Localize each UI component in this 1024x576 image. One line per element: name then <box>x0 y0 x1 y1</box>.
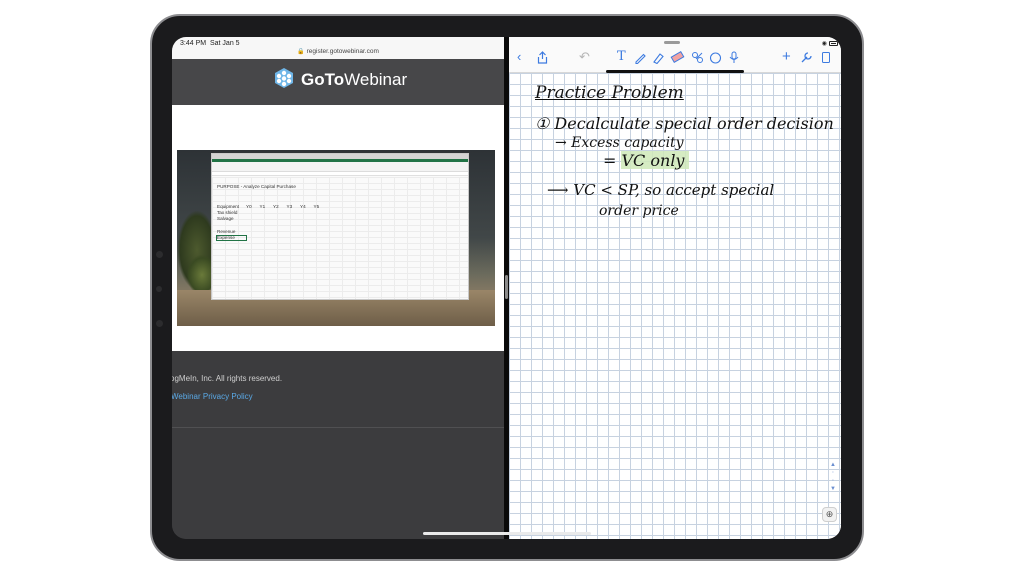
row-label: Salvage <box>217 216 234 221</box>
battery-icon <box>829 41 838 46</box>
back-icon[interactable]: ‹ <box>517 50 521 63</box>
sensor-dot <box>156 320 163 327</box>
gotowebinar-logo-icon <box>275 68 293 88</box>
text-tool-icon[interactable]: T <box>617 50 626 63</box>
undo-icon[interactable]: ↶ <box>579 50 590 63</box>
selected-cell <box>216 235 247 241</box>
handwritten-notes: Practice Problem ① Decalculate special o… <box>509 73 841 273</box>
spreadsheet-title-cell: PURPOSE - Analyze Capital Purchase <box>217 184 296 189</box>
column-header: Y1 <box>259 204 266 209</box>
row-label: Revenue <box>217 229 236 234</box>
address-bar[interactable]: 🔒 register.gotowebinar.com <box>172 48 504 55</box>
share-icon[interactable] <box>537 51 548 64</box>
wifi-icon: ◉ <box>821 41 827 47</box>
app-grabber[interactable] <box>664 41 680 44</box>
side-button <box>156 251 163 258</box>
highlighter-icon[interactable] <box>652 51 665 64</box>
lasso-icon[interactable] <box>691 51 704 64</box>
row-label: Equipment <box>217 204 239 209</box>
url-text: register.gotowebinar.com <box>306 48 379 55</box>
add-icon[interactable]: + <box>782 49 791 64</box>
footer-divider <box>172 427 504 428</box>
note-line: order price <box>599 203 679 219</box>
webinar-content: PURPOSE - Analyze Capital Purchase Y0 Y1 Y… <box>172 105 504 351</box>
note-line: = VC only <box>603 151 685 170</box>
column-header: Y5 <box>313 204 320 209</box>
page-nav-control[interactable]: ▲ ⋅ ⋅ ▼ <box>829 461 837 493</box>
wrench-icon[interactable] <box>800 51 813 64</box>
note-line: ① Decalculate special order decision <box>535 114 834 133</box>
notes-pane: ◉ ‹ ↶ T + Practice Problem ① Decalculate… <box>509 37 841 539</box>
status-time: 3:44 PM Sat Jan 5 <box>180 40 240 47</box>
gotowebinar-header: GoToWebinar <box>172 59 504 105</box>
shapes-icon[interactable] <box>709 51 722 64</box>
ipad-screen: 3:44 PM Sat Jan 5 🔒 register.gotowebinar.… <box>172 37 841 539</box>
zoom-icon[interactable]: ⊕ <box>822 507 837 522</box>
column-header: Y3 <box>286 204 293 209</box>
home-indicator[interactable] <box>423 532 591 535</box>
row-label: Tax shield <box>217 210 238 215</box>
note-line: ⟶ VC < SP, so accept special <box>547 181 775 199</box>
webinar-video[interactable]: PURPOSE - Analyze Capital Purchase Y0 Y1 Y… <box>177 150 495 326</box>
note-line: → Excess capacity <box>555 135 684 151</box>
spreadsheet-formula-bar <box>212 172 468 176</box>
camera-icon <box>156 286 162 292</box>
spreadsheet-ribbon <box>212 162 468 172</box>
copyright-text: ogMeIn, Inc. All rights reserved. <box>172 374 283 383</box>
lock-icon: 🔒 <box>297 49 305 55</box>
browser-status-bar: 3:44 PM Sat Jan 5 🔒 register.gotowebinar.… <box>172 37 504 59</box>
notes-toolbar: ◉ ‹ ↶ T + <box>509 37 841 73</box>
pages-icon[interactable] <box>821 51 831 64</box>
pen-icon[interactable] <box>634 51 647 64</box>
browser-pane: 3:44 PM Sat Jan 5 🔒 register.gotowebinar.… <box>172 37 504 539</box>
column-header: Y2 <box>273 204 279 209</box>
note-title: Practice Problem <box>535 83 684 103</box>
column-header: Y4 <box>300 204 306 209</box>
spreadsheet-column-headers: Y0 Y1 Y2 Y3 Y4 Y5 <box>246 195 327 213</box>
mic-icon[interactable] <box>729 51 739 64</box>
privacy-policy-link[interactable]: Webinar Privacy Policy <box>172 392 253 401</box>
column-header: Y0 <box>246 204 252 209</box>
page-footer: ogMeIn, Inc. All rights reserved. Webina… <box>172 351 504 539</box>
gotowebinar-logo-text: GoToWebinar <box>301 70 408 89</box>
split-view-handle[interactable] <box>505 275 508 299</box>
eraser-icon[interactable] <box>670 50 685 64</box>
spreadsheet-window: PURPOSE - Analyze Capital Purchase Y0 Y1 Y… <box>211 153 469 300</box>
